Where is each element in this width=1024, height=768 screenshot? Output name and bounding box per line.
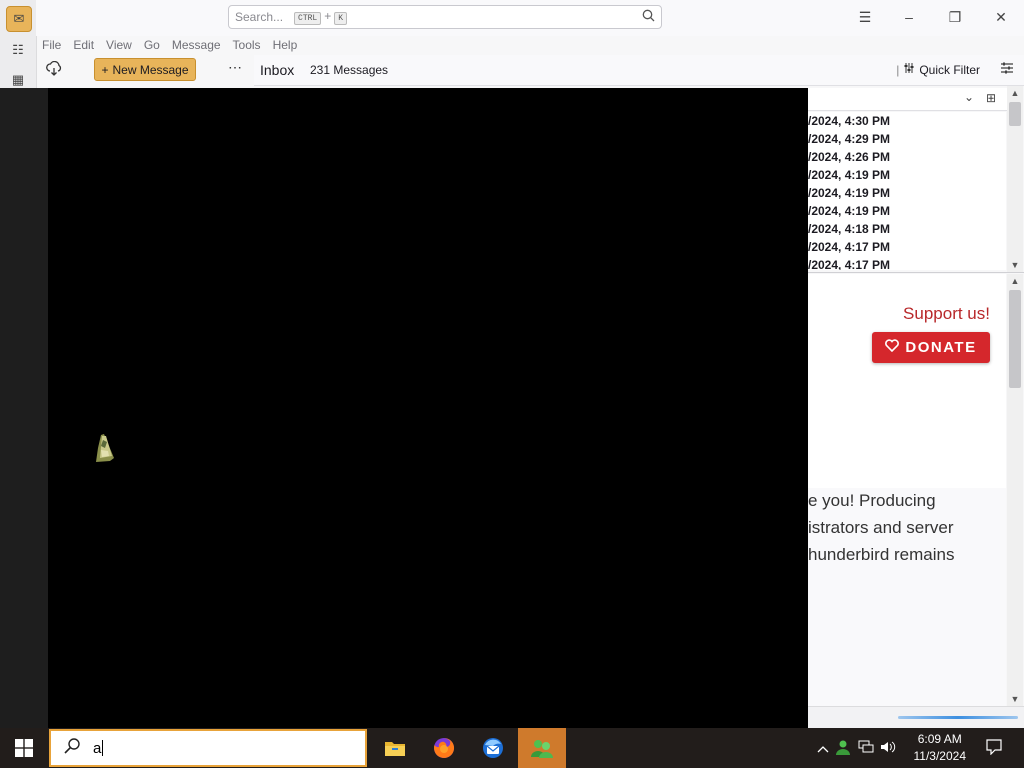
thread-list: /2024, 4:30 PM /2024, 4:29 PM /2024, 4:2… (808, 112, 1006, 270)
minimize-icon[interactable]: – (897, 6, 921, 28)
column-picker-icon[interactable]: ⊞ (986, 91, 996, 105)
filter-sliders-icon (903, 62, 915, 77)
text-caret (102, 740, 104, 756)
game-sprite-icon (92, 432, 118, 464)
scroll-up-icon[interactable]: ▲ (1007, 86, 1023, 100)
taskbar-clock[interactable]: 6:09 AM 11/3/2024 (914, 731, 967, 765)
search-shortcut: CTRL + K (291, 9, 350, 25)
thread-column-header: ⌄ ⊞ (808, 88, 1008, 111)
folder-name: Inbox (260, 62, 295, 78)
app-menu-icon[interactable]: ☰ (853, 6, 877, 28)
thread-row-date[interactable]: /2024, 4:26 PM (808, 148, 1006, 166)
chevron-down-icon[interactable]: ⌄ (964, 90, 974, 104)
menu-go[interactable]: Go (138, 36, 166, 54)
appeal-line: hunderbird remains (808, 545, 955, 564)
get-messages-icon[interactable] (46, 60, 62, 80)
status-bar (808, 706, 1024, 729)
thread-row-date[interactable]: /2024, 4:19 PM (808, 166, 1006, 184)
menu-file[interactable]: File (36, 36, 67, 54)
global-search-input[interactable]: Search... CTRL + K (228, 5, 662, 29)
menu-tools[interactable]: Tools (227, 36, 267, 54)
display-options-icon[interactable] (1000, 61, 1014, 78)
search-placeholder: Search... (235, 10, 284, 24)
black-game-window[interactable] (48, 88, 808, 728)
thread-pane-header: Inbox 231 Messages | Quick Filter (254, 55, 1024, 86)
thread-row-date[interactable]: /2024, 4:30 PM (808, 112, 1006, 130)
message-preview-pane: Support us! DONATE e you! Producing istr… (808, 274, 1006, 706)
thread-row-date[interactable]: /2024, 4:17 PM (808, 238, 1006, 256)
quick-filter-label: Quick Filter (919, 62, 980, 77)
appeal-line: istrators and server (808, 518, 954, 537)
spaces-toolbar: ✉ ☷ ▦ (0, 0, 37, 90)
support-heading: Support us! (903, 304, 990, 323)
scroll-up-icon[interactable]: ▲ (1007, 274, 1023, 288)
restore-icon[interactable]: ❐ (943, 6, 967, 28)
scrollbar-thumb[interactable] (1009, 290, 1021, 388)
calendar-icon[interactable]: ▦ (6, 72, 30, 88)
network-icon[interactable] (855, 740, 877, 757)
donate-button[interactable]: DONATE (872, 332, 990, 363)
shortcut-plus: + (324, 9, 332, 23)
menu-bar: File Edit View Go Message Tools Help (36, 36, 1024, 54)
volume-icon[interactable] (877, 740, 899, 757)
shortcut-key-ctrl: CTRL (294, 12, 322, 25)
thread-list-scrollbar[interactable]: ▲ ▼ (1007, 86, 1023, 272)
mail-space-icon[interactable]: ✉ (6, 6, 32, 32)
thread-row-date[interactable]: /2024, 4:29 PM (808, 130, 1006, 148)
pane-splitter[interactable] (808, 272, 1024, 273)
appeal-line: e you! Producing (808, 491, 936, 510)
menu-edit[interactable]: Edit (67, 36, 100, 54)
game-app-icon[interactable] (518, 728, 566, 768)
firefox-icon[interactable] (420, 728, 468, 768)
divider: | (896, 62, 900, 77)
thread-row-date[interactable]: /2024, 4:19 PM (808, 202, 1006, 220)
scroll-down-icon[interactable]: ▼ (1007, 692, 1023, 706)
clock-date: 11/3/2024 (913, 749, 967, 763)
file-explorer-icon[interactable] (371, 728, 419, 768)
thread-row-date[interactable]: /2024, 4:17 PM (808, 256, 1006, 270)
thunderbird-icon[interactable] (469, 728, 517, 768)
windows-start-icon[interactable] (0, 728, 48, 768)
taskbar-search-input[interactable]: a (49, 729, 367, 767)
close-icon[interactable]: ✕ (989, 6, 1013, 28)
clock-time: 6:09 AM (917, 732, 962, 746)
overlay-window-edge (0, 88, 48, 728)
thread-row-date[interactable]: /2024, 4:19 PM (808, 184, 1006, 202)
preview-scrollbar[interactable]: ▲ ▼ (1007, 274, 1023, 706)
heart-icon (885, 339, 900, 356)
system-tray (815, 728, 899, 768)
activity-progress-bar (898, 716, 1018, 719)
user-tray-icon[interactable] (831, 739, 855, 758)
plus-icon: + (101, 62, 109, 77)
search-icon (63, 737, 81, 760)
new-message-button[interactable]: + New Message (94, 58, 196, 81)
appeal-text-block: e you! Producing istrators and server hu… (808, 488, 1006, 706)
scrollbar-thumb[interactable] (1009, 102, 1021, 126)
thread-row-date[interactable]: /2024, 4:18 PM (808, 220, 1006, 238)
message-count: 231 Messages (310, 63, 389, 77)
folder-pane-toolbar: + New Message ⋯ (36, 55, 254, 87)
address-book-icon[interactable]: ☷ (6, 38, 30, 62)
menu-help[interactable]: Help (267, 36, 304, 54)
menu-view[interactable]: View (100, 36, 138, 54)
shortcut-key-k: K (334, 12, 348, 25)
menu-message[interactable]: Message (166, 36, 227, 54)
notification-center-icon[interactable] (986, 739, 1002, 756)
new-message-label: New Message (112, 62, 189, 77)
search-icon[interactable] (642, 9, 655, 25)
quick-filter-button[interactable]: | Quick Filter (896, 62, 980, 77)
search-query: a (93, 739, 102, 757)
windows-taskbar: a 6:09 AM 11/3/2024 (0, 728, 1024, 768)
donate-label: DONATE (905, 339, 977, 356)
more-options-icon[interactable]: ⋯ (228, 59, 242, 76)
scroll-down-icon[interactable]: ▼ (1007, 258, 1023, 272)
chevron-up-icon[interactable] (815, 741, 831, 756)
